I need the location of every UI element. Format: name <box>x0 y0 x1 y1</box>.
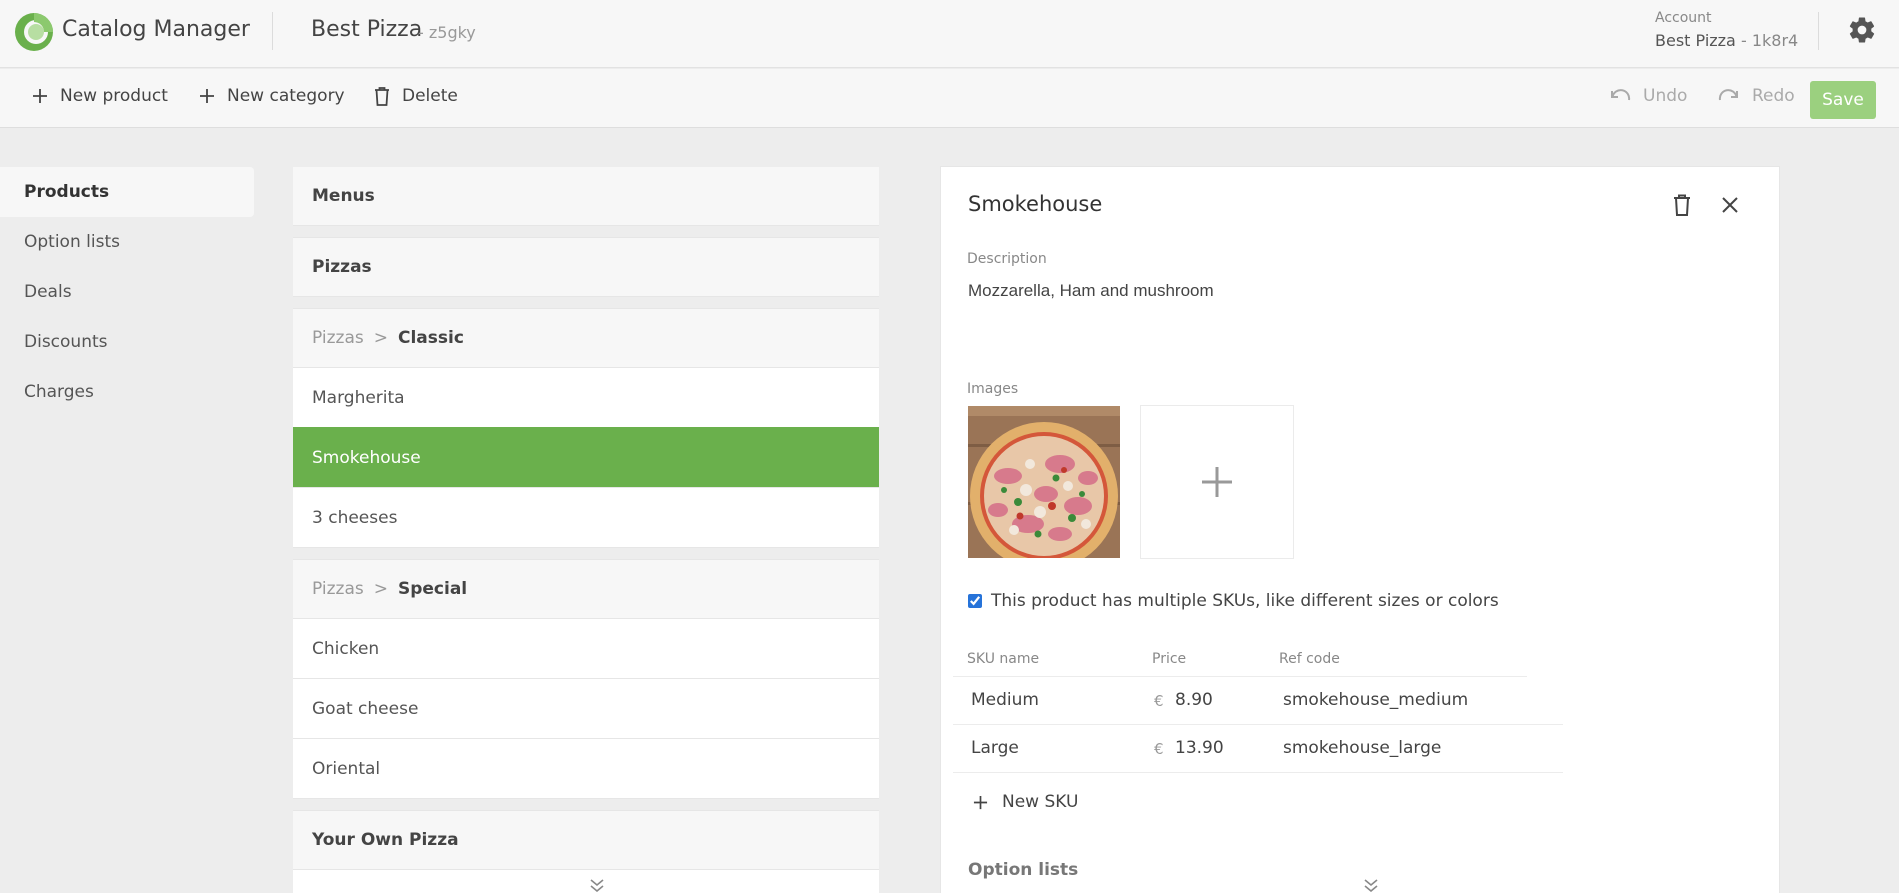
add-image-button[interactable] <box>1140 405 1294 559</box>
product-item[interactable]: Chicken <box>293 618 879 678</box>
new-category-button[interactable]: New category <box>199 86 345 106</box>
breadcrumb-separator: > <box>373 579 388 599</box>
header-divider <box>272 12 273 50</box>
category-title: Special <box>397 579 468 599</box>
sidebar-item-option-lists[interactable]: Option lists <box>0 217 254 267</box>
redo-icon <box>1718 89 1738 101</box>
trash-icon[interactable] <box>1671 193 1693 217</box>
delete-button[interactable]: Delete <box>374 86 458 106</box>
currency-symbol: € <box>1154 692 1164 710</box>
product-image[interactable] <box>968 406 1120 558</box>
product-item-partial[interactable] <box>293 869 879 893</box>
product-list: Menus Pizzas Pizzas > Classic Margherita… <box>293 167 879 893</box>
sku-price-field[interactable]: 8.90 <box>1175 690 1213 710</box>
category-group-your-own-pizza: Your Own Pizza <box>293 811 879 893</box>
undo-button[interactable]: Undo <box>1609 86 1687 106</box>
plus-icon <box>973 795 988 809</box>
category-header[interactable]: Your Own Pizza <box>293 811 879 869</box>
sku-ref-field[interactable]: smokehouse_large <box>1283 738 1441 758</box>
currency-symbol: € <box>1154 740 1164 758</box>
multiple-skus-label: This product has multiple SKUs, like dif… <box>991 591 1499 611</box>
description-label: Description <box>967 251 1047 267</box>
new-product-button[interactable]: New product <box>32 86 168 106</box>
sku-table-header: SKU name Price Ref code <box>953 651 1527 677</box>
plus-icon <box>33 89 47 103</box>
product-item[interactable]: Goat cheese <box>293 678 879 738</box>
product-item[interactable]: 3 cheeses <box>293 487 879 547</box>
toolbar: New product New category Delete Undo Red… <box>0 69 1899 128</box>
trash-icon <box>375 86 389 106</box>
sidebar-item-discounts[interactable]: Discounts <box>0 317 254 367</box>
header-divider-right <box>1818 12 1819 50</box>
account-id: - 1k8r4 <box>1740 31 1799 50</box>
category-header[interactable]: Pizzas > Special <box>293 560 879 618</box>
multiple-skus-checkbox[interactable] <box>968 594 982 608</box>
sidebar-nav: Products Option lists Deals Discounts Ch… <box>0 167 254 417</box>
option-lists-heading: Option lists <box>968 860 1079 880</box>
category-parent: Pizzas <box>312 328 364 348</box>
delete-label: Delete <box>402 86 458 106</box>
sku-name-column: SKU name <box>967 651 1040 667</box>
new-sku-label: New SKU <box>1002 792 1079 812</box>
sku-price-field[interactable]: 13.90 <box>1175 738 1224 758</box>
price-column: Price <box>1152 651 1187 667</box>
product-item-selected[interactable]: Smokehouse <box>293 427 879 487</box>
sku-ref-field[interactable]: smokehouse_medium <box>1283 690 1468 710</box>
new-sku-button[interactable]: New SKU <box>973 792 1078 812</box>
category-group-special: Pizzas > Special Chicken Goat cheese Ori… <box>293 560 879 798</box>
category-title: Classic <box>397 328 464 348</box>
category-group-classic: Pizzas > Classic Margherita Smokehouse 3… <box>293 309 879 547</box>
breadcrumb-separator: > <box>373 328 388 348</box>
gear-icon[interactable] <box>1847 15 1877 45</box>
undo-label: Undo <box>1643 86 1688 106</box>
scroll-down-icon[interactable] <box>588 878 606 892</box>
product-title: Smokehouse <box>968 192 1103 216</box>
new-category-label: New category <box>227 86 345 106</box>
new-product-label: New product <box>60 86 168 106</box>
images-label: Images <box>967 381 1019 397</box>
product-detail-panel: Smokehouse Description Mozzarella, Ham a… <box>941 167 1779 893</box>
ref-code-column: Ref code <box>1279 651 1340 667</box>
sku-row: Large € 13.90 smokehouse_large <box>953 725 1563 773</box>
app-title: Catalog Manager <box>62 17 250 42</box>
store-name[interactable]: Best Pizza <box>311 17 422 42</box>
redo-button[interactable]: Redo <box>1718 86 1795 106</box>
account-name[interactable]: Best Pizza - 1k8r4 <box>1655 31 1798 50</box>
sku-row: Medium € 8.90 smokehouse_medium <box>953 677 1563 725</box>
scroll-down-icon[interactable] <box>1362 878 1380 892</box>
category-parent: Pizzas <box>312 579 364 599</box>
close-icon[interactable] <box>1720 195 1740 215</box>
category-header[interactable]: Menus <box>293 167 879 225</box>
multiple-skus-toggle[interactable]: This product has multiple SKUs, like dif… <box>968 591 1499 611</box>
plus-icon <box>200 89 214 103</box>
product-item[interactable]: Margherita <box>293 367 879 427</box>
sku-name-field[interactable]: Large <box>971 738 1019 758</box>
store-id: - z5gky <box>418 23 476 42</box>
description-field[interactable]: Mozzarella, Ham and mushroom <box>968 281 1214 301</box>
account-label: Account <box>1655 10 1712 26</box>
top-header: Catalog Manager Best Pizza - z5gky Accou… <box>0 0 1899 68</box>
sku-name-field[interactable]: Medium <box>971 690 1039 710</box>
sku-table: SKU name Price Ref code Medium € 8.90 sm… <box>953 651 1563 773</box>
catalog-logo-icon <box>15 13 53 51</box>
category-group-pizzas: Pizzas <box>293 238 879 296</box>
plus-icon <box>1202 467 1232 497</box>
category-header[interactable]: Pizzas <box>293 238 879 296</box>
sidebar-item-deals[interactable]: Deals <box>0 267 254 317</box>
sidebar-item-products[interactable]: Products <box>0 167 254 217</box>
category-group-menus: Menus <box>293 167 879 225</box>
pizza-image <box>968 406 1120 558</box>
account-store-name: Best Pizza <box>1655 31 1736 50</box>
sidebar-item-charges[interactable]: Charges <box>0 367 254 417</box>
product-item[interactable]: Oriental <box>293 738 879 798</box>
save-button[interactable]: Save <box>1810 81 1876 119</box>
undo-icon <box>1611 89 1631 101</box>
category-header[interactable]: Pizzas > Classic <box>293 309 879 367</box>
redo-label: Redo <box>1752 86 1795 106</box>
